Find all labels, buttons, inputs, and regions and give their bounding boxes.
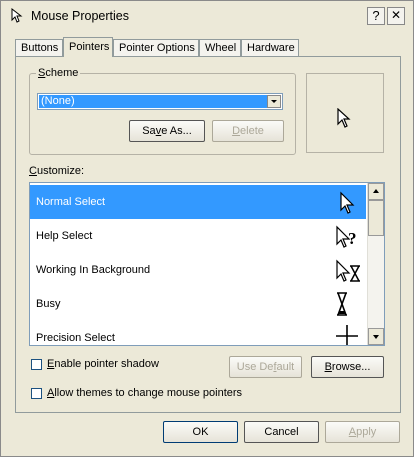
list-item-label: Busy: [36, 298, 61, 310]
scheme-select-value: (None): [39, 95, 269, 108]
delete-button[interactable]: Delete: [212, 120, 284, 142]
ok-button[interactable]: OK: [163, 421, 238, 443]
title-bar[interactable]: Mouse Properties ? ✕: [1, 1, 413, 31]
help-cursor-icon: ?: [336, 225, 357, 248]
chevron-up-icon: [373, 189, 379, 193]
list-item[interactable]: Help Select ?: [30, 219, 366, 253]
chevron-down-icon: [373, 335, 379, 339]
scheme-select[interactable]: (None): [37, 93, 283, 110]
pointer-shadow-label[interactable]: Enable pointer shadow: [47, 358, 159, 370]
svg-text:?: ?: [348, 229, 357, 248]
list-item[interactable]: Busy: [30, 287, 366, 321]
list-item-label: Help Select: [36, 230, 93, 242]
tab-wheel[interactable]: Wheel: [199, 39, 241, 56]
list-item[interactable]: Normal Select: [30, 185, 366, 219]
close-button[interactable]: ✕: [387, 7, 405, 25]
crosshair-cursor-icon: [336, 325, 358, 345]
list-item[interactable]: Working In Background: [30, 253, 366, 287]
scroll-thumb[interactable]: [368, 200, 384, 236]
list-item-label: Precision Select: [36, 332, 115, 344]
arrow-cursor-icon: [340, 191, 355, 214]
apply-button[interactable]: Apply: [325, 421, 400, 443]
hourglass-cursor-icon: [337, 292, 347, 316]
cursor-list[interactable]: Normal Select Help Select ? Working In B…: [29, 182, 385, 346]
browse-button[interactable]: Browse...: [311, 356, 384, 378]
list-item-label: Normal Select: [36, 196, 106, 208]
use-default-button[interactable]: Use Default: [229, 356, 302, 378]
tab-pointers[interactable]: Pointers: [63, 37, 113, 57]
scroll-down-button[interactable]: [368, 328, 384, 345]
help-button[interactable]: ?: [367, 7, 385, 25]
arrow-cursor-icon: [337, 108, 351, 128]
customize-label: Customize:: [29, 165, 85, 177]
list-item-label: Working In Background: [36, 264, 151, 276]
cancel-button[interactable]: Cancel: [244, 421, 319, 443]
scroll-up-button[interactable]: [368, 183, 384, 200]
list-scrollbar[interactable]: [367, 183, 384, 345]
scheme-label: Scheme: [36, 67, 81, 79]
chevron-down-icon[interactable]: [267, 95, 281, 108]
list-item[interactable]: Precision Select: [30, 321, 366, 345]
mouse-properties-window: Mouse Properties ? ✕ Buttons Pointers Po…: [0, 0, 414, 457]
tab-buttons[interactable]: Buttons: [15, 39, 63, 56]
tab-hardware[interactable]: Hardware: [241, 39, 299, 56]
allow-themes-label[interactable]: Allow themes to change mouse pointers: [47, 387, 242, 399]
scheme-group: [29, 73, 296, 155]
window-title: Mouse Properties: [31, 9, 129, 23]
pointer-shadow-checkbox[interactable]: [31, 359, 42, 370]
working-cursor-icon: [336, 259, 360, 282]
tab-pointer-options[interactable]: Pointer Options: [113, 39, 199, 56]
cursor-preview: [306, 73, 384, 153]
save-as-button[interactable]: Save As...: [129, 120, 205, 142]
allow-themes-checkbox[interactable]: [31, 388, 42, 399]
mouse-icon: [11, 8, 23, 23]
